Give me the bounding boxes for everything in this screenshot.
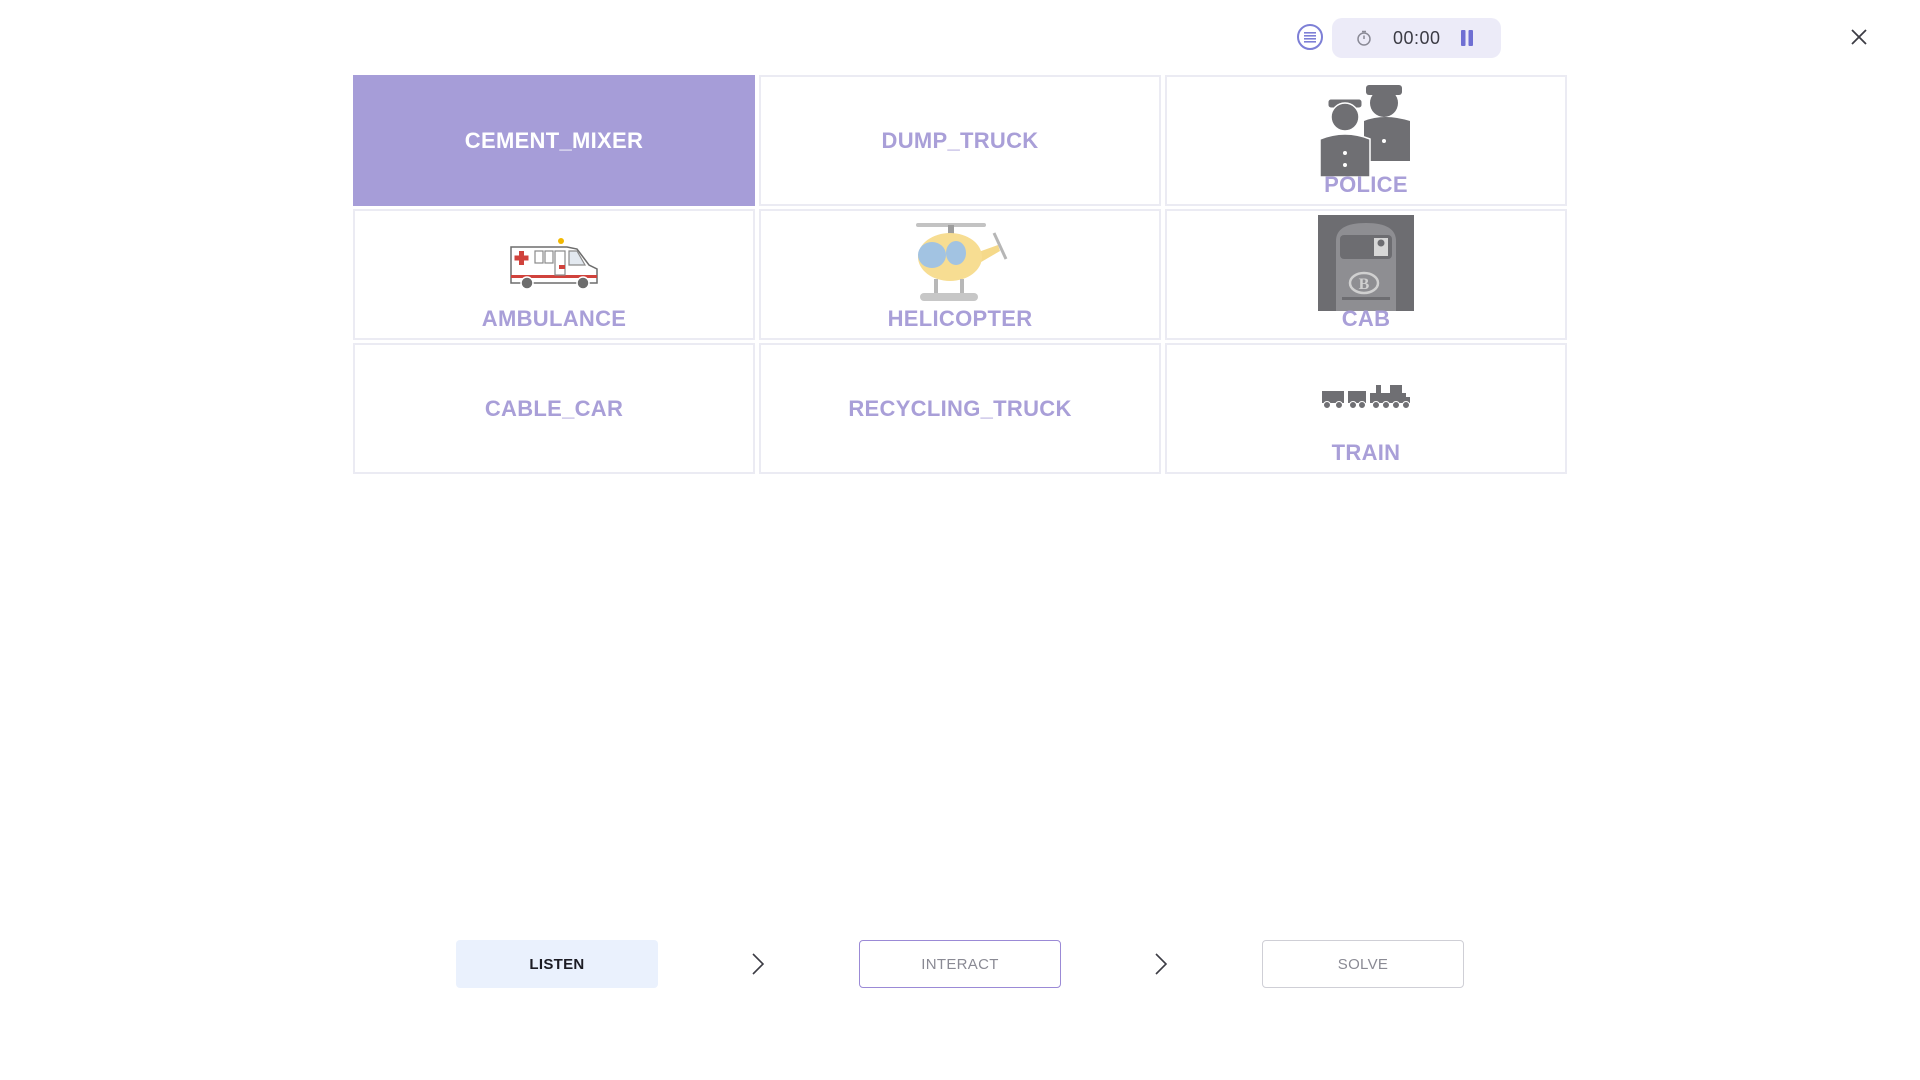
tile-helicopter[interactable]: HELICOPTER: [759, 209, 1161, 340]
tile-label: CAB: [1341, 306, 1391, 331]
tile-label: HELICOPTER: [887, 306, 1033, 331]
ambulance-icon: [507, 235, 601, 291]
tile-label: RECYCLING_TRUCK: [848, 395, 1072, 421]
tile-cable-car[interactable]: CABLE_CAR: [353, 343, 755, 474]
svg-text:B: B: [1359, 276, 1370, 293]
timer: 00:00: [1332, 18, 1501, 58]
interact-button[interactable]: INTERACT: [859, 940, 1061, 988]
tile-cab[interactable]: B CAB: [1165, 209, 1567, 340]
police-officers-icon: [1318, 81, 1414, 177]
close-icon: [1851, 29, 1867, 45]
tile-cement-mixer[interactable]: CEMENT_MIXER: [353, 75, 755, 206]
tile-label: CABLE_CAR: [484, 395, 624, 421]
listen-button[interactable]: LISTEN: [456, 940, 658, 988]
tile-label: DUMP_TRUCK: [881, 127, 1039, 153]
tile-label: CEMENT_MIXER: [464, 127, 644, 153]
pause-button[interactable]: [1457, 28, 1477, 48]
tile-ambulance[interactable]: AMBULANCE: [353, 209, 755, 340]
chevron-right-icon: [1155, 953, 1168, 975]
chevron-right-icon: [752, 953, 765, 975]
clock-icon: [1355, 29, 1373, 47]
solve-button[interactable]: SOLVE: [1262, 940, 1464, 988]
tile-police[interactable]: POLICE: [1165, 75, 1567, 206]
tile-train[interactable]: TRAIN: [1165, 343, 1567, 474]
train-icon: [1320, 383, 1412, 409]
tile-recycling-truck[interactable]: RECYCLING_TRUCK: [759, 343, 1161, 474]
tile-dump-truck[interactable]: DUMP_TRUCK: [759, 75, 1161, 206]
helicopter-icon: [910, 219, 1010, 309]
close-button[interactable]: [1846, 24, 1872, 50]
answer-grid: CEMENT_MIXER DUMP_TRUCK POLICE AMBULANCE…: [353, 75, 1567, 474]
train-cab-icon: B: [1318, 215, 1414, 311]
list-button[interactable]: [1297, 24, 1323, 50]
tile-label: TRAIN: [1331, 440, 1401, 465]
tile-label: POLICE: [1324, 172, 1408, 197]
tile-label: AMBULANCE: [481, 306, 627, 331]
pause-icon: [1460, 30, 1473, 46]
timer-value: 00:00: [1393, 27, 1441, 48]
list-icon: [1304, 32, 1316, 43]
